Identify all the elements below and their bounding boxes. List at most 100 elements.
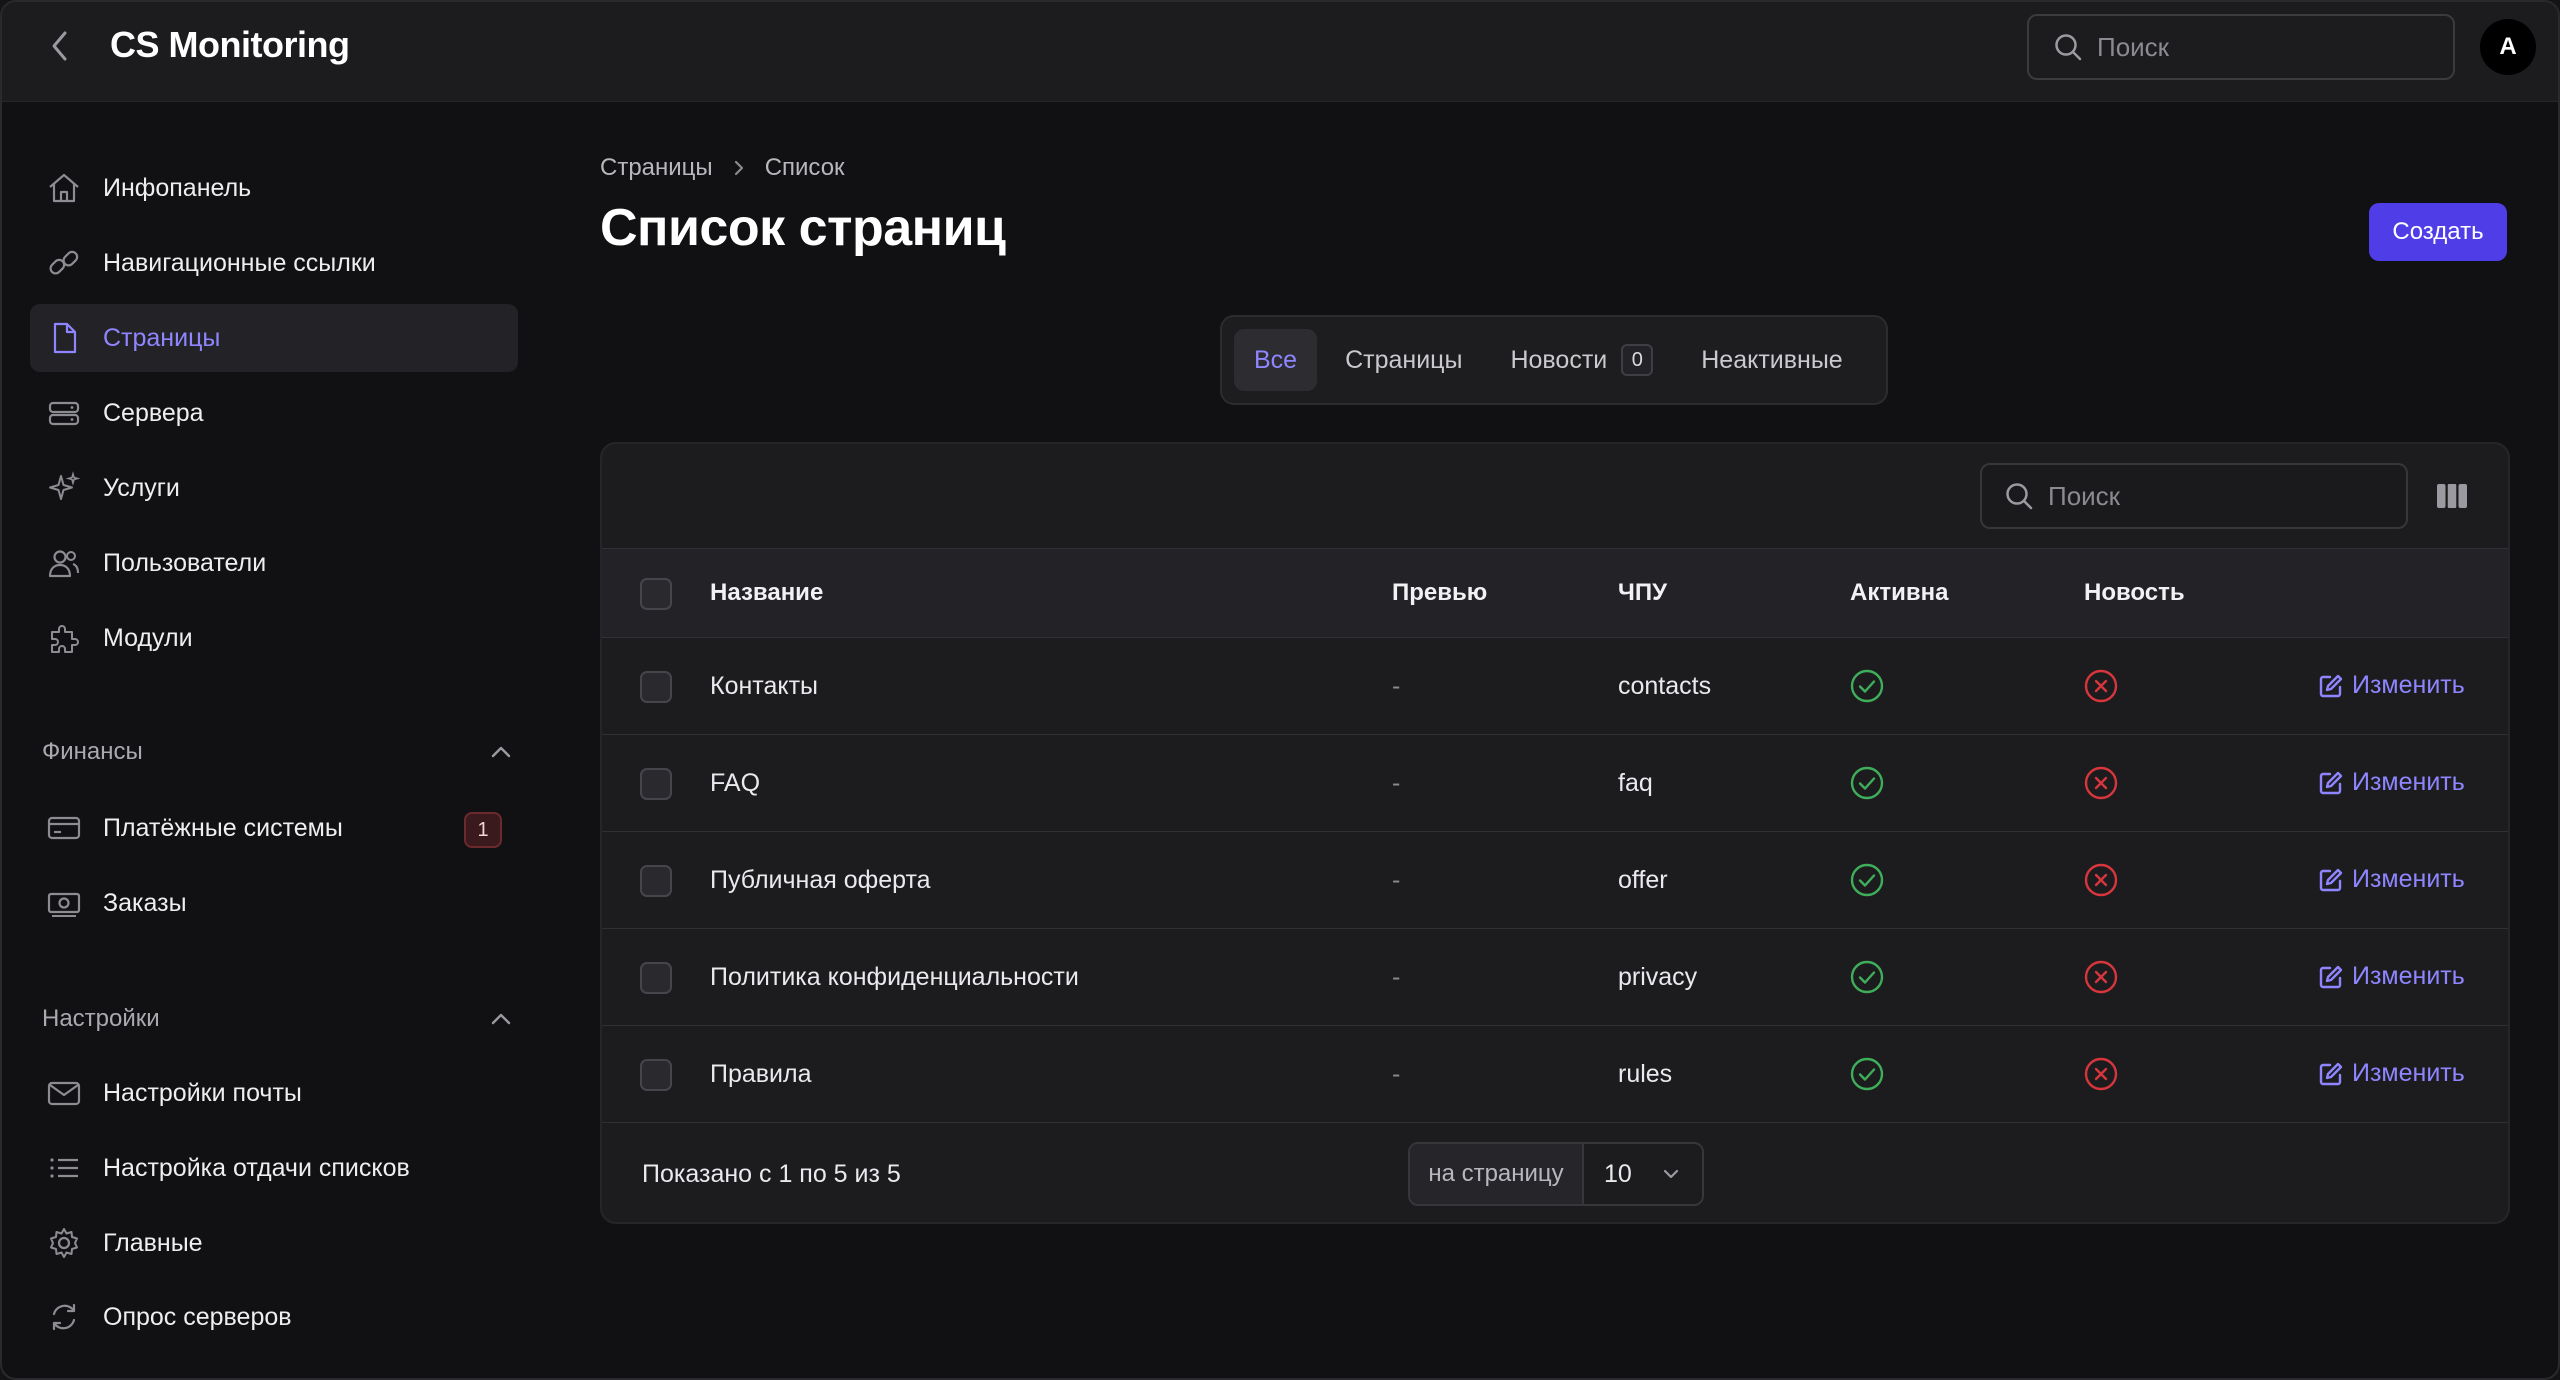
edit-link[interactable]: Изменить (2318, 1059, 2465, 1088)
tab-label: Все (1254, 345, 1298, 374)
sidebar-item-label: Инфопанель (103, 173, 252, 202)
credit-card-icon (44, 808, 84, 848)
edit-label: Изменить (2352, 768, 2465, 796)
pages-table-card: Название Превью ЧПУ Активна Новость Конт… (600, 442, 2510, 1224)
search-icon (2055, 34, 2082, 61)
edit-link[interactable]: Изменить (2318, 962, 2465, 991)
edit-icon (2319, 1062, 2343, 1085)
sidebar-item-label: Настройка отдачи списков (103, 1153, 410, 1182)
table-search[interactable] (1980, 463, 2408, 529)
column-header-slug[interactable]: ЧПУ (1618, 579, 1667, 607)
cell-name: FAQ (710, 769, 761, 797)
app-window: CS Monitoring A Инфопанель Навигационные… (0, 0, 2560, 1380)
sidebar-item-label: Страницы (103, 323, 221, 352)
edit-link[interactable]: Изменить (2318, 671, 2465, 700)
table-search-input[interactable] (2048, 480, 2378, 512)
table-row: Политика конфиденциальности - privacy Из… (602, 929, 2508, 1026)
cell-name: Политика конфиденциальности (710, 963, 1079, 991)
sidebar-item-label: Платёжные системы (103, 813, 343, 842)
cell-preview: - (1392, 866, 1401, 894)
x-circle-icon (2084, 766, 2118, 800)
cell-slug: rules (1618, 1060, 1673, 1088)
sidebar-item-general[interactable]: Главные (30, 1209, 518, 1277)
server-icon (44, 393, 84, 433)
cell-name: Публичная оферта (710, 866, 931, 894)
table-row: Контакты - contacts Изменить (602, 638, 2508, 735)
sidebar-item-label: Услуги (103, 473, 180, 502)
sidebar-item-label: Опрос серверов (103, 1302, 292, 1331)
edit-label: Изменить (2352, 865, 2465, 893)
chevron-up-icon (491, 1013, 511, 1025)
create-button[interactable]: Создать (2369, 203, 2507, 261)
chevron-down-icon (1663, 1169, 1679, 1179)
row-checkbox[interactable] (640, 962, 672, 994)
edit-label: Изменить (2352, 962, 2465, 990)
sidebar-item-pages[interactable]: Страницы (30, 304, 518, 372)
sidebar-group-finance[interactable]: Финансы (42, 730, 512, 774)
column-header-news[interactable]: Новость (2084, 579, 2185, 607)
sidebar-item-payment-systems[interactable]: Платёжные системы 1 (30, 794, 518, 862)
count-badge: 1 (464, 812, 502, 848)
app-title: CS Monitoring (110, 24, 350, 65)
table-footer: Показано с 1 по 5 из 5 на страницу 10 (602, 1124, 2508, 1222)
sidebar-item-label: Заказы (103, 888, 187, 917)
breadcrumb-link-pages[interactable]: Страницы (600, 154, 713, 182)
tab-news[interactable]: Новости 0 (1490, 329, 1673, 391)
sidebar-item-server-polling[interactable]: Опрос серверов (30, 1283, 518, 1351)
row-checkbox[interactable] (640, 671, 672, 703)
global-search[interactable] (2027, 14, 2455, 80)
table-toolbar (602, 444, 2508, 548)
sidebar-item-list-output[interactable]: Настройка отдачи списков (30, 1134, 518, 1202)
sidebar-item-nav-links[interactable]: Навигационные ссылки (30, 229, 518, 297)
sparkles-icon (44, 468, 84, 508)
column-toggle-button[interactable] (2432, 476, 2472, 516)
avatar[interactable]: A (2480, 19, 2536, 75)
sidebar-item-dashboard[interactable]: Инфопанель (30, 154, 518, 222)
puzzle-icon (44, 618, 84, 658)
x-circle-icon (2084, 863, 2118, 897)
edit-link[interactable]: Изменить (2318, 865, 2465, 894)
sidebar-item-modules[interactable]: Модули (30, 604, 518, 672)
check-circle-icon (1850, 1057, 1884, 1091)
row-checkbox[interactable] (640, 865, 672, 897)
check-circle-icon (1850, 863, 1884, 897)
column-header-name[interactable]: Название (710, 579, 823, 607)
edit-link[interactable]: Изменить (2318, 768, 2465, 797)
select-all-checkbox[interactable] (640, 578, 672, 610)
page-title: Список страниц (600, 199, 1006, 257)
sidebar-item-label: Настройки почты (103, 1078, 302, 1107)
row-checkbox[interactable] (640, 768, 672, 800)
sidebar-item-label: Модули (103, 623, 193, 652)
sidebar-group-label: Настройки (42, 1005, 160, 1032)
sidebar-group-settings[interactable]: Настройки (42, 997, 512, 1041)
x-circle-icon (2084, 960, 2118, 994)
sidebar-item-servers[interactable]: Сервера (30, 379, 518, 447)
cell-name: Контакты (710, 672, 818, 700)
chevron-up-icon (491, 746, 511, 758)
column-header-preview[interactable]: Превью (1392, 579, 1487, 607)
pagination-summary: Показано с 1 по 5 из 5 (642, 1160, 901, 1188)
users-icon (44, 543, 84, 583)
sidebar-item-users[interactable]: Пользователи (30, 529, 518, 597)
refresh-icon (44, 1297, 84, 1337)
sidebar-item-services[interactable]: Услуги (30, 454, 518, 522)
top-bar: CS Monitoring A (2, 2, 2558, 102)
tab-pages[interactable]: Страницы (1325, 329, 1482, 391)
sidebar-group-label: Финансы (42, 738, 143, 765)
cell-preview: - (1392, 1060, 1401, 1088)
tab-label: Новости (1510, 345, 1608, 374)
tab-inactive[interactable]: Неактивные (1681, 329, 1862, 391)
column-header-active[interactable]: Активна (1850, 579, 1948, 607)
edit-label: Изменить (2352, 1059, 2465, 1087)
tab-all[interactable]: Все (1234, 329, 1318, 391)
per-page-control: на страницу 10 (1408, 1142, 1704, 1206)
sidebar-item-orders[interactable]: Заказы (30, 869, 518, 937)
filter-tabs: Все Страницы Новости 0 Неактивные (1220, 315, 1888, 405)
per-page-select[interactable]: 10 (1584, 1144, 1702, 1204)
document-icon (44, 318, 84, 358)
sidebar-item-mail-settings[interactable]: Настройки почты (30, 1059, 518, 1127)
edit-label: Изменить (2352, 671, 2465, 699)
row-checkbox[interactable] (640, 1059, 672, 1091)
back-button[interactable] (42, 28, 78, 64)
global-search-input[interactable] (2097, 31, 2427, 63)
